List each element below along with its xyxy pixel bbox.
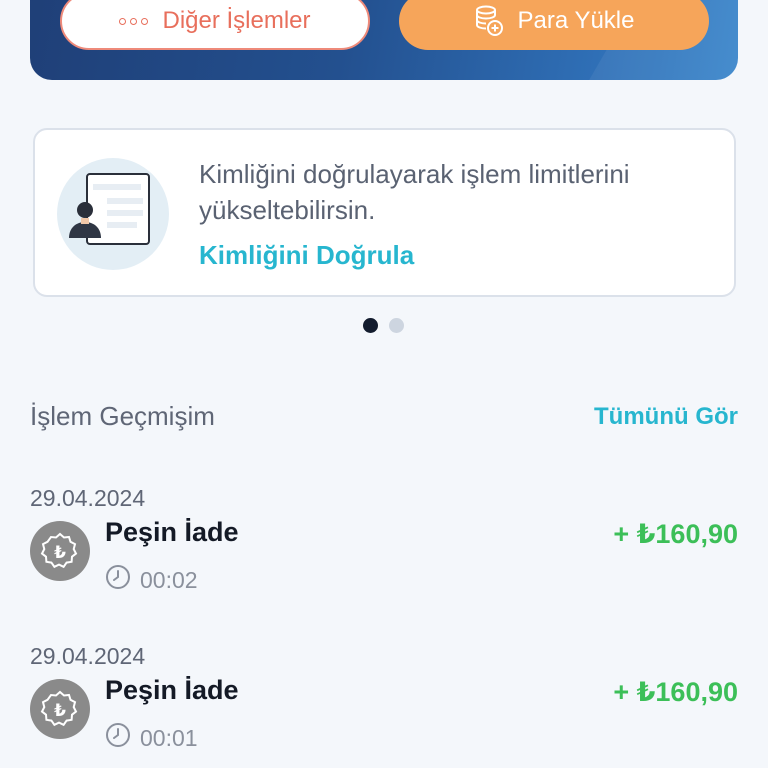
transaction-time: 00:02 (105, 564, 198, 596)
carousel-pager (363, 318, 404, 333)
clock-icon (105, 722, 131, 754)
transaction-date: 29.04.2024 (30, 485, 146, 511)
identity-verify-card[interactable]: Kimliğini doğrulayarak işlem limitlerini… (33, 128, 736, 297)
transaction-title: Peşin İade (105, 517, 239, 547)
transaction-row[interactable]: 29.04.2024 ₺ Peşin İade 00:01 + ₺160,90 (0, 643, 768, 768)
more-dots-icon (119, 17, 149, 25)
transaction-time-value: 00:01 (140, 724, 198, 751)
see-all-link[interactable]: Tümünü Gör (594, 403, 738, 431)
transaction-date: 29.04.2024 (30, 643, 146, 669)
transaction-amount: + ₺160,90 (613, 519, 738, 549)
lira-badge-icon: ₺ (30, 521, 90, 581)
svg-text:₺: ₺ (54, 543, 66, 563)
transaction-time-value: 00:02 (140, 566, 198, 593)
coins-add-icon (474, 5, 504, 37)
transaction-time: 00:01 (105, 722, 198, 754)
other-actions-button[interactable]: Diğer İşlemler (60, 0, 370, 50)
lira-badge-icon: ₺ (30, 679, 90, 739)
pager-dot-active[interactable] (363, 318, 378, 333)
transaction-amount: + ₺160,90 (613, 677, 738, 707)
svg-text:₺: ₺ (54, 701, 66, 721)
clock-icon (105, 564, 131, 596)
verify-identity-link[interactable]: Kimliğini Doğrula (199, 240, 414, 271)
transaction-row[interactable]: 29.04.2024 ₺ Peşin İade 00:02 + ₺160,90 (0, 485, 768, 625)
pager-dot[interactable] (389, 318, 404, 333)
transaction-title: Peşin İade (105, 675, 239, 705)
history-title: İşlem Geçmişim (30, 401, 215, 431)
verify-description: Kimliğini doğrulayarak işlem limitlerini… (199, 159, 630, 225)
load-money-label: Para Yükle (517, 7, 635, 34)
id-card-illustration (57, 158, 169, 270)
load-money-button[interactable]: Para Yükle (399, 0, 709, 50)
other-actions-label: Diğer İşlemler (162, 7, 311, 34)
